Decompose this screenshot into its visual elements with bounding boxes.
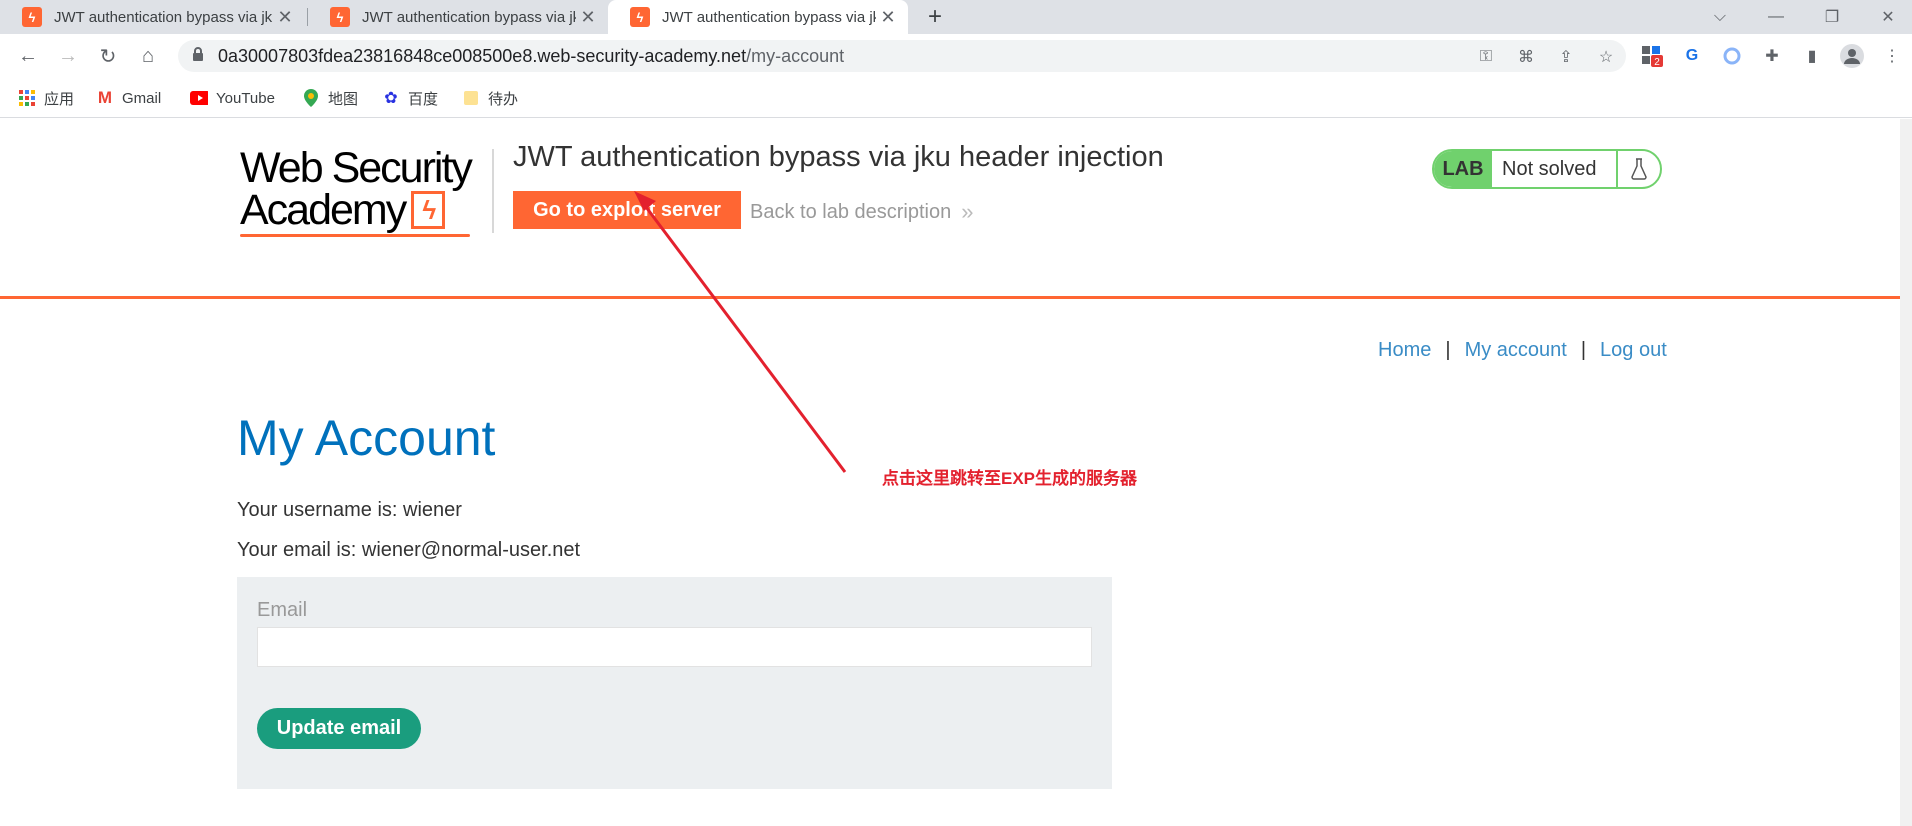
bookmark-label: 地图 bbox=[328, 90, 359, 108]
bookmark-gmail[interactable]: M Gmail bbox=[96, 86, 161, 110]
bookmark-label: Gmail bbox=[122, 89, 162, 107]
tab-title: JWT authentication bypass via jku header… bbox=[662, 8, 876, 26]
folder-icon bbox=[462, 89, 480, 107]
minimize-icon[interactable]: — bbox=[1752, 0, 1800, 34]
maps-pin-icon bbox=[302, 89, 320, 107]
portswigger-favicon-icon: ϟ bbox=[630, 7, 650, 27]
new-tab-button[interactable]: + bbox=[920, 0, 950, 34]
url-path: /my-account bbox=[746, 45, 845, 66]
restore-icon[interactable]: ❐ bbox=[1808, 0, 1856, 34]
circle-extension-icon[interactable] bbox=[1720, 44, 1744, 68]
home-icon[interactable]: ⌂ bbox=[134, 42, 162, 70]
extension-badge-count: 2 bbox=[1654, 57, 1660, 67]
bookmark-label: YouTube bbox=[216, 89, 275, 107]
lock-icon[interactable] bbox=[192, 46, 206, 66]
puzzle-extensions-icon[interactable]: ✚ bbox=[1760, 44, 1784, 68]
tab-title: JWT authentication bypass via jku header… bbox=[54, 8, 273, 26]
portswigger-favicon-icon: ϟ bbox=[330, 7, 350, 27]
bookmark-maps[interactable]: 地图 bbox=[302, 86, 358, 110]
address-bar[interactable]: 0a30007803fdea23816848ce008500e8.web-sec… bbox=[178, 40, 1626, 72]
browser-tab-3-active[interactable]: ϟ JWT authentication bypass via jku head… bbox=[608, 0, 908, 34]
close-window-icon[interactable]: ✕ bbox=[1864, 0, 1912, 34]
youtube-icon bbox=[190, 89, 208, 107]
bookmark-todo[interactable]: 待办 bbox=[462, 86, 518, 110]
tab-close-icon[interactable]: ✕ bbox=[876, 7, 900, 28]
url-text: 0a30007803fdea23816848ce008500e8.web-sec… bbox=[218, 46, 844, 67]
apps-grid-icon bbox=[18, 89, 36, 107]
bookmark-star-icon[interactable]: ☆ bbox=[1596, 47, 1616, 67]
google-translate-icon[interactable]: G bbox=[1680, 44, 1704, 68]
extension-badge-icon[interactable]: 2 bbox=[1640, 44, 1664, 68]
browser-tab-2[interactable]: ϟ JWT authentication bypass via jku head… bbox=[308, 0, 608, 34]
key-icon[interactable]: ⚿ bbox=[1476, 47, 1496, 67]
reload-icon[interactable]: ↻ bbox=[94, 42, 122, 70]
kebab-menu-icon[interactable]: ⋮ bbox=[1880, 44, 1904, 68]
side-panel-icon[interactable]: ▮ bbox=[1800, 44, 1824, 68]
tab-search-chevron-icon[interactable]: ⌵ bbox=[1696, 0, 1744, 34]
annotation-text: 点击这里跳转至EXP生成的服务器 bbox=[882, 469, 1138, 488]
bookmark-label: 应用 bbox=[44, 90, 75, 108]
tab-title: JWT authentication bypass via jku header… bbox=[362, 8, 576, 26]
bookmark-apps[interactable]: 应用 bbox=[18, 86, 74, 110]
back-arrow-icon[interactable]: ← bbox=[14, 42, 42, 70]
bookmark-youtube[interactable]: YouTube bbox=[190, 86, 275, 110]
bookmark-baidu[interactable]: ✿ 百度 bbox=[382, 86, 438, 110]
baidu-paw-icon: ✿ bbox=[384, 90, 398, 107]
portswigger-favicon-icon: ϟ bbox=[22, 7, 42, 27]
url-host: 0a30007803fdea23816848ce008500e8.web-sec… bbox=[218, 45, 747, 66]
gmail-icon: M bbox=[97, 88, 113, 107]
page-scrollbar[interactable] bbox=[1900, 119, 1912, 826]
web-page: Web Security Academy ϟ JWT authenticatio… bbox=[0, 119, 1900, 826]
tab-close-icon[interactable]: ✕ bbox=[273, 7, 297, 28]
bookmark-label: 百度 bbox=[408, 90, 439, 108]
profile-avatar-icon[interactable] bbox=[1840, 44, 1864, 68]
bookmark-label: 待办 bbox=[488, 90, 519, 108]
translate-icon[interactable]: ⌘ bbox=[1516, 47, 1536, 67]
tab-close-icon[interactable]: ✕ bbox=[576, 7, 600, 28]
browser-tab-1[interactable]: ϟ JWT authentication bypass via jku head… bbox=[0, 0, 305, 34]
browser-toolbar: ← → ↻ ⌂ 0a30007803fdea23816848ce008500e8… bbox=[0, 34, 1912, 78]
tab-strip: ϟ JWT authentication bypass via jku head… bbox=[0, 0, 1912, 34]
share-icon[interactable]: ⇪ bbox=[1556, 47, 1576, 67]
forward-arrow-icon[interactable]: → bbox=[54, 42, 82, 70]
bookmarks-bar: 应用 M Gmail YouTube 地图 ✿ 百度 待办 bbox=[0, 78, 1912, 118]
